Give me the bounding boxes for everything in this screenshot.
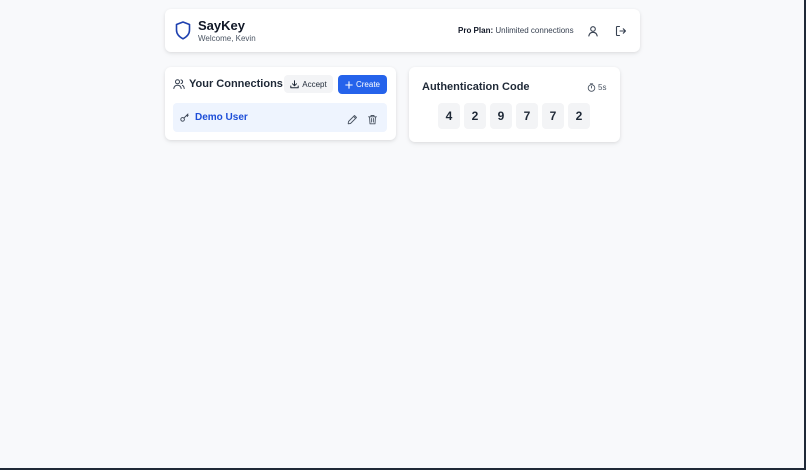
edit-connection-button[interactable] [347,112,358,125]
accept-label: Accept [302,79,327,89]
user-icon [588,26,598,37]
logout-icon [615,25,627,37]
app-title: SayKey [198,18,245,33]
plus-icon [345,80,353,89]
connections-title: Your Connections [189,78,283,90]
code-digit: 2 [568,103,590,129]
key-icon [180,113,189,122]
shield-icon [175,21,191,40]
connections-panel: Your Connections Accept Create Demo User [165,67,396,140]
auth-code-digits: 4 2 9 7 7 2 [438,103,590,129]
accept-button[interactable]: Accept [284,75,333,93]
countdown-timer: 5s [587,83,606,92]
timer-icon [587,83,596,92]
welcome-text: Welcome, Kevin [198,34,256,43]
auth-code-panel: Authentication Code 5s 4 2 9 7 7 2 [409,67,620,142]
plan-info: Pro Plan: Unlimited connections [458,26,574,35]
connection-item-demo-user[interactable]: Demo User [173,103,387,132]
trash-icon [368,115,377,125]
code-digit: 2 [464,103,486,129]
delete-connection-button[interactable] [367,112,378,125]
users-icon [173,79,185,89]
connection-name: Demo User [195,112,248,123]
plan-value: Unlimited connections [495,26,574,35]
pencil-icon [347,115,357,125]
auth-code-title: Authentication Code [422,81,530,93]
plan-label: Pro Plan: [458,26,494,35]
logout-button[interactable] [613,23,629,39]
download-icon [290,79,299,88]
code-digit: 7 [542,103,564,129]
create-label: Create [355,80,380,89]
profile-button[interactable] [585,23,601,39]
create-button[interactable]: Create [338,75,387,94]
code-digit: 7 [516,103,538,129]
code-digit: 9 [490,103,512,129]
code-digit: 4 [438,103,460,129]
timer-text: 5s [598,83,607,92]
app-header: SayKey Welcome, Kevin Pro Plan: Unlimite… [165,9,640,52]
